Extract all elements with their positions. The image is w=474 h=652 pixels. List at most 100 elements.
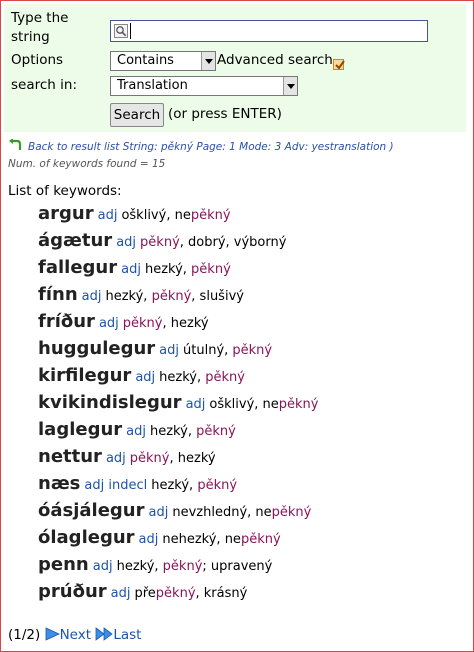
highlighted-match: pěkný bbox=[190, 208, 231, 223]
headword-link[interactable]: penn bbox=[38, 554, 89, 575]
keyword-count: Num. of keywords found = 15 bbox=[8, 158, 166, 170]
translation-text: hezký, bbox=[116, 559, 163, 574]
last-link[interactable]: Last bbox=[95, 627, 141, 643]
part-of-speech: adj bbox=[116, 235, 137, 250]
chevron-down-icon bbox=[201, 52, 215, 70]
part-of-speech: adj bbox=[110, 586, 131, 601]
part-of-speech: adj bbox=[121, 262, 141, 277]
back-to-results-link[interactable]: Back to result list String: pěkný Page: … bbox=[8, 139, 394, 153]
keyword-entry: kvikindislegur adj ošklivý, nepěkný bbox=[38, 392, 319, 419]
translation-text: hezký, bbox=[144, 262, 192, 277]
translation-text: ošklivý, ne bbox=[209, 397, 279, 412]
headword-link[interactable]: óásjálegur bbox=[38, 500, 145, 521]
headword-link[interactable]: kirfilegur bbox=[38, 365, 131, 386]
next-link[interactable]: Next bbox=[45, 627, 96, 643]
highlighted-match: pěkný bbox=[271, 505, 312, 520]
checkmark-icon bbox=[335, 60, 345, 70]
translation: nehezký, nepěkný bbox=[162, 532, 280, 547]
translation-text: ; upravený bbox=[202, 559, 273, 574]
part-of-speech: adj bbox=[135, 370, 156, 385]
translation-text: , dobrý, výborný bbox=[179, 235, 287, 250]
translation: hezký, pěkný bbox=[151, 478, 237, 493]
part-of-speech: adj bbox=[92, 559, 113, 574]
translation-text: útulný, bbox=[183, 343, 233, 358]
keyword-entry: kirfilegur adj hezký, pěkný bbox=[38, 365, 319, 392]
part-of-speech: adj bbox=[126, 424, 146, 439]
headword-link[interactable]: fríður bbox=[38, 311, 95, 332]
headword-link[interactable]: næs bbox=[38, 473, 80, 494]
highlighted-match: pěkný bbox=[162, 559, 203, 574]
search-panel: Type the string Options Contains Advance… bbox=[4, 4, 466, 132]
translation: útulný, pěkný bbox=[183, 343, 272, 358]
translation: hezký, pěkný bbox=[159, 370, 245, 385]
mode-select-value: Contains bbox=[117, 53, 174, 68]
keyword-list: argur adj ošklivý, nepěkný ágætur adj pěkný, … bbox=[38, 203, 319, 608]
headword-link[interactable]: argur bbox=[38, 203, 94, 224]
keyword-entry: ágætur adj pěkný, dobrý, výborný bbox=[38, 230, 319, 257]
translation-text: pře bbox=[134, 586, 156, 601]
next-label: Next bbox=[59, 627, 92, 643]
translation: hezký, pěkný bbox=[150, 424, 236, 439]
translation-text: , hezký bbox=[162, 316, 209, 331]
search-input-box[interactable] bbox=[110, 20, 428, 42]
field-select[interactable]: Translation bbox=[110, 76, 298, 96]
highlighted-match: pěkný bbox=[155, 586, 196, 601]
headword-link[interactable]: prúður bbox=[38, 581, 107, 602]
translation: pěkný, dobrý, výborný bbox=[140, 235, 286, 250]
translation: ošklivý, nepěkný bbox=[209, 397, 318, 412]
part-of-speech: adj bbox=[138, 532, 159, 547]
keyword-entry: fallegur adj hezký, pěkný bbox=[38, 257, 319, 284]
highlighted-match: pěkný bbox=[197, 478, 238, 493]
advanced-search-checkbox[interactable] bbox=[333, 59, 345, 70]
headword-link[interactable]: ólaglegur bbox=[38, 527, 135, 548]
keyword-entry: ólaglegur adj nehezký, nepěkný bbox=[38, 527, 319, 554]
highlighted-match: pěkný bbox=[196, 424, 236, 439]
translation: hezký, pěkný; upravený bbox=[117, 559, 273, 574]
mode-select[interactable]: Contains bbox=[110, 51, 216, 71]
headword-link[interactable]: laglegur bbox=[38, 419, 122, 440]
keyword-entry: óásjálegur adj nevzhledný, nepěkný bbox=[38, 500, 319, 527]
translation-text: ošklivý, ne bbox=[121, 208, 191, 223]
translation-text: hezký, bbox=[150, 424, 197, 439]
keyword-entry: fríður adj pěkný, hezký bbox=[38, 311, 319, 338]
highlighted-match: pěkný bbox=[191, 262, 231, 277]
next-arrow-icon bbox=[45, 627, 60, 641]
headword-link[interactable]: huggulegur bbox=[38, 338, 155, 359]
translation-text: nehezký, ne bbox=[162, 532, 241, 547]
headword-link[interactable]: fínn bbox=[38, 284, 78, 305]
translation: pěkný, hezký bbox=[123, 316, 209, 331]
part-of-speech: adj bbox=[185, 397, 206, 412]
keywords-title: List of keywords: bbox=[8, 183, 122, 199]
translation: ošklivý, nepěkný bbox=[121, 208, 230, 223]
headword-link[interactable]: nettur bbox=[38, 446, 102, 467]
keyword-entry: huggulegur adj útulný, pěkný bbox=[38, 338, 319, 365]
part-of-speech: adj bbox=[105, 451, 126, 466]
keyword-entry: laglegur adj hezký, pěkný bbox=[38, 419, 319, 446]
advanced-search-label: Advanced search bbox=[217, 52, 333, 68]
translation-text: , slušivý bbox=[191, 289, 244, 304]
keyword-entry: næs adj indecl hezký, pěkný bbox=[38, 473, 319, 500]
field-select-value: Translation bbox=[117, 78, 188, 93]
translation: hezký, pěkný, slušivý bbox=[105, 289, 243, 304]
part-of-speech: adj bbox=[159, 343, 180, 358]
chevron-down-icon bbox=[283, 77, 297, 95]
headword-link[interactable]: kvikindislegur bbox=[38, 392, 182, 413]
search-button[interactable]: Search bbox=[110, 103, 164, 127]
translation: pěkný, hezký bbox=[130, 451, 216, 466]
translation: hezký, pěkný bbox=[145, 262, 231, 277]
translation-text: hezký, bbox=[159, 370, 206, 385]
translation-text: nevzhledný, ne bbox=[172, 505, 272, 520]
headword-link[interactable]: ágætur bbox=[38, 230, 112, 251]
keyword-entry: argur adj ošklivý, nepěkný bbox=[38, 203, 319, 230]
translation: přepěkný, krásný bbox=[134, 586, 247, 601]
translation: nevzhledný, nepěkný bbox=[172, 505, 311, 520]
part-of-speech: adj bbox=[148, 505, 169, 520]
highlighted-match: pěkný bbox=[240, 532, 281, 547]
keyword-entry: nettur adj pěkný, hezký bbox=[38, 446, 319, 473]
headword-link[interactable]: fallegur bbox=[38, 257, 117, 278]
enter-hint: (or press ENTER) bbox=[168, 106, 282, 122]
last-label: Last bbox=[113, 627, 142, 643]
search-input[interactable] bbox=[130, 23, 425, 39]
highlighted-match: pěkný bbox=[122, 316, 163, 331]
part-of-speech: adj bbox=[81, 289, 102, 304]
